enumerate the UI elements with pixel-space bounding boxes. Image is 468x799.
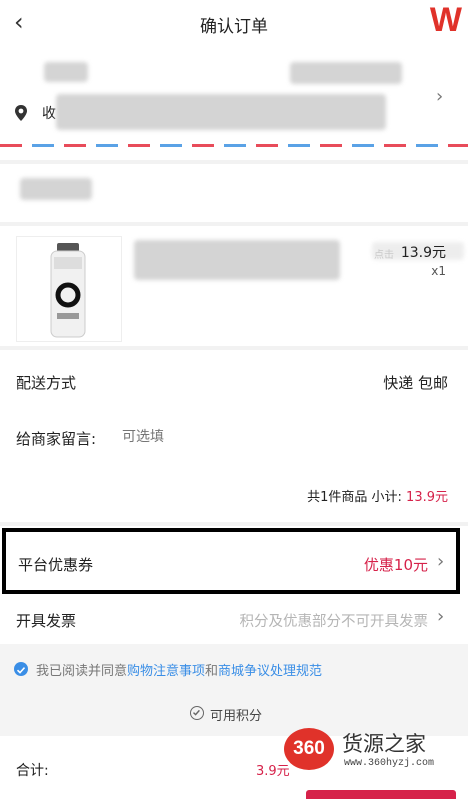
product-quantity: x1 bbox=[431, 264, 446, 278]
checkbox-checked-icon[interactable] bbox=[14, 662, 28, 676]
agreement-text: 我已阅读并同意购物注意事项和商城争议处理规范 bbox=[36, 660, 322, 679]
product-badge: 点击 bbox=[374, 250, 394, 261]
points-label: 可用积分 bbox=[210, 709, 263, 724]
purchase-notes-link[interactable]: 购物注意事项 bbox=[127, 664, 205, 679]
total-label: 合计: bbox=[16, 763, 49, 779]
shop-row bbox=[0, 164, 468, 222]
dispute-rules-link[interactable]: 商城争议处理规范 bbox=[218, 664, 322, 679]
product-title-blur bbox=[134, 240, 340, 280]
location-pin-icon bbox=[14, 104, 28, 122]
invoice-note: 积分及优惠部分不可开具发票 bbox=[239, 614, 429, 630]
coupon-value: 优惠10元 bbox=[363, 556, 428, 574]
message-input[interactable] bbox=[120, 424, 424, 450]
address-detail-blur bbox=[56, 94, 386, 130]
watermark-url: www.360hyzj.com bbox=[344, 758, 435, 769]
order-details: 配送方式 快递 包邮 给商家留言: 共1件商品 小计: 13.9元 bbox=[0, 350, 468, 522]
subtotal-row: 共1件商品 小计: 13.9元 bbox=[307, 486, 448, 505]
address-card[interactable]: 收 › bbox=[0, 48, 468, 160]
subtotal-text: 共1件商品 小计: bbox=[307, 490, 402, 505]
message-label: 给商家留言: bbox=[16, 430, 97, 448]
agreement-middle: 和 bbox=[205, 664, 219, 679]
coupon-label: 平台优惠券 bbox=[18, 556, 94, 574]
page-title: 确认订单 bbox=[200, 17, 268, 37]
watermark-name: 货源之家 bbox=[342, 732, 426, 756]
subtotal-amount: 13.9元 bbox=[406, 490, 448, 505]
chevron-right-icon[interactable]: › bbox=[437, 606, 444, 627]
invoice-row[interactable]: 开具发票 积分及优惠部分不可开具发票 › bbox=[0, 596, 468, 644]
watermark-logo: 360 bbox=[284, 728, 334, 770]
address-name-blur bbox=[44, 62, 88, 82]
address-prefix: 收 bbox=[42, 106, 56, 122]
delivery-label: 配送方式 bbox=[16, 374, 77, 392]
product-price: 13.9元 bbox=[400, 245, 446, 261]
header-bar: ‹ 确认订单 W bbox=[0, 0, 468, 48]
product-image bbox=[16, 236, 122, 342]
coupon-row[interactable]: 平台优惠券 优惠10元 › bbox=[0, 526, 468, 596]
brand-logo: W bbox=[429, 1, 462, 39]
chevron-right-icon[interactable]: › bbox=[437, 551, 444, 572]
shop-name-blur bbox=[20, 178, 92, 200]
agreement-prefix: 我已阅读并同意 bbox=[36, 664, 128, 679]
site-watermark: 360 货源之家 www.360hyzj.com bbox=[280, 728, 468, 774]
chevron-right-icon[interactable]: › bbox=[436, 86, 443, 107]
address-stripe bbox=[0, 144, 468, 147]
submit-order-button[interactable] bbox=[306, 790, 456, 799]
address-phone-blur bbox=[290, 62, 402, 84]
agreement-row: 我已阅读并同意购物注意事项和商城争议处理规范 bbox=[0, 644, 468, 696]
delivery-value[interactable]: 快递 包邮 bbox=[383, 372, 448, 393]
check-circle-icon bbox=[190, 706, 204, 720]
invoice-label: 开具发票 bbox=[16, 612, 77, 630]
product-row[interactable]: 点击 13.9元 x1 bbox=[0, 226, 468, 346]
